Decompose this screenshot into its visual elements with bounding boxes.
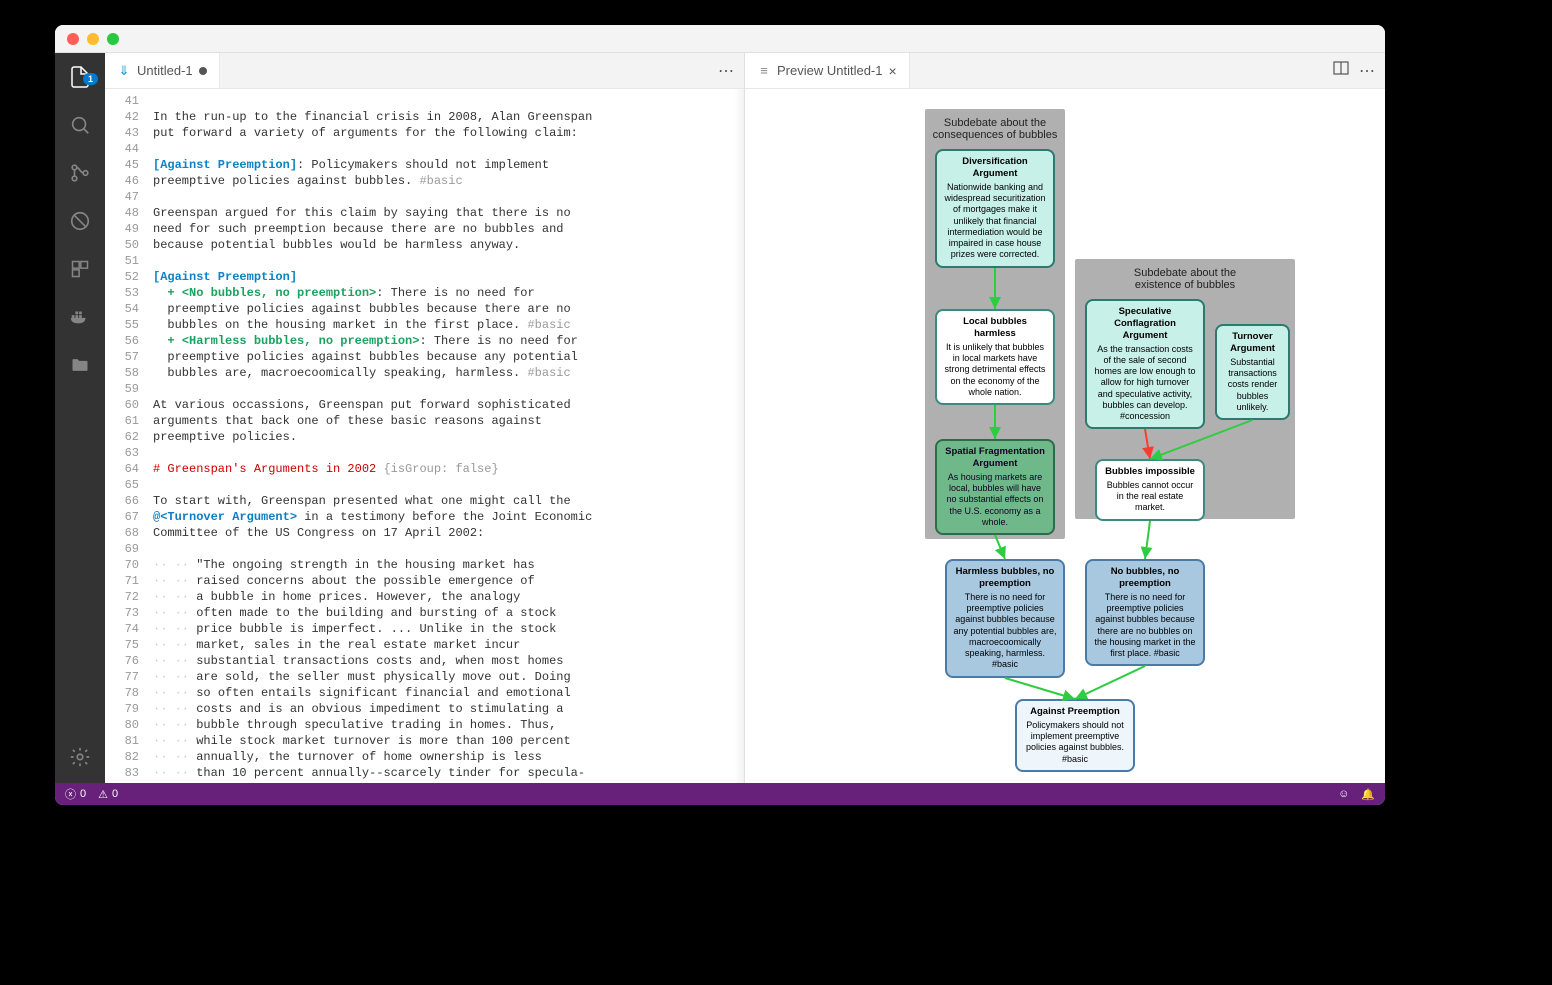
diagram-node[interactable]: Bubbles impossible Bubbles cannot occur i…	[1095, 459, 1205, 521]
node-title: Bubbles impossible	[1103, 466, 1197, 478]
line-number-gutter: 4142434445464748495051525354555657585960…	[105, 89, 149, 783]
tab-label: Untitled-1	[137, 63, 193, 78]
node-body: Policymakers should not implement preemp…	[1023, 720, 1127, 765]
warning-icon: ⚠	[98, 788, 108, 801]
tabs-left: ⇓ Untitled-1 ⋯	[105, 53, 744, 89]
more-actions-icon[interactable]: ⋯	[718, 61, 734, 81]
tab-actions-right: ⋯	[1333, 53, 1385, 88]
diagram-node[interactable]: Local bubbles harmlessIt is unlikely tha…	[935, 309, 1055, 405]
editor-group-left: ⇓ Untitled-1 ⋯ 4142434445464748495051525…	[105, 53, 745, 783]
editor-group-right: ≡ Preview Untitled-1 × ⋯ Subdebate about…	[745, 53, 1385, 783]
body-area: 1 ⇓ Untitled-1 ⋯	[55, 53, 1385, 783]
diagram-node[interactable]: Against Preemption Policymakers should no…	[1015, 699, 1135, 772]
node-body: There is no need for preemptive policies…	[953, 592, 1057, 671]
node-title: Local bubbles harmless	[943, 316, 1047, 340]
argument-diagram: Subdebate about the consequences of bubb…	[835, 109, 1295, 783]
diagram-node[interactable]: No bubbles, no preemptionThere is no nee…	[1085, 559, 1205, 666]
diagram-node[interactable]: Speculative Conflagration ArgumentAs the…	[1085, 299, 1205, 429]
diagram-node[interactable]: Diversification ArgumentNationwide banki…	[935, 149, 1055, 268]
titlebar[interactable]	[55, 25, 1385, 53]
node-body: Substantial transactions costs render bu…	[1223, 357, 1282, 413]
status-warnings[interactable]: ⚠ 0	[98, 788, 118, 801]
activity-bar: 1	[55, 53, 105, 783]
node-title: Turnover Argument	[1223, 331, 1282, 355]
diagram-node[interactable]: Harmless bubbles, no preemptionThere is …	[945, 559, 1065, 678]
close-tab-icon[interactable]: ×	[889, 64, 897, 78]
settings-gear-icon[interactable]	[66, 743, 94, 771]
node-title: Spatial Fragmentation Argument	[943, 446, 1047, 470]
more-actions-icon[interactable]: ⋯	[1359, 61, 1375, 81]
tab-label: Preview Untitled-1	[777, 63, 883, 78]
preview-file-icon: ≡	[757, 64, 771, 78]
diagram-node[interactable]: Turnover ArgumentSubstantial transaction…	[1215, 324, 1290, 420]
tab-actions-left: ⋯	[718, 53, 744, 88]
window-zoom-button[interactable]	[107, 33, 119, 45]
warning-count: 0	[112, 788, 118, 800]
tab-preview[interactable]: ≡ Preview Untitled-1 ×	[745, 53, 910, 88]
node-title: Speculative Conflagration Argument	[1093, 306, 1197, 342]
tab-untitled-1[interactable]: ⇓ Untitled-1	[105, 53, 220, 88]
argdown-file-icon: ⇓	[117, 64, 131, 78]
source-control-icon[interactable]	[66, 159, 94, 187]
node-body: As the transaction costs of the sale of …	[1093, 344, 1197, 423]
node-body: As housing markets are local, bubbles wi…	[943, 472, 1047, 528]
node-body: Bubbles cannot occur in the real estate …	[1103, 480, 1197, 514]
status-bell-icon[interactable]: 🔔	[1361, 788, 1375, 801]
scroll-shadow	[734, 89, 744, 783]
node-title: Against Preemption	[1023, 706, 1127, 718]
node-body: It is unlikely that bubbles in local mar…	[943, 342, 1047, 398]
status-feedback-icon[interactable]: ☺	[1338, 788, 1349, 801]
code-editor[interactable]: 4142434445464748495051525354555657585960…	[105, 89, 744, 783]
group-title: Subdebate about the consequences of bubb…	[931, 117, 1059, 141]
node-title: Harmless bubbles, no preemption	[953, 566, 1057, 590]
explorer-badge: 1	[83, 73, 98, 85]
app-window: 1 ⇓ Untitled-1 ⋯	[55, 25, 1385, 805]
code-content[interactable]: In the run-up to the financial crisis in…	[149, 89, 744, 783]
window-minimize-button[interactable]	[87, 33, 99, 45]
extensions-icon[interactable]	[66, 255, 94, 283]
error-icon: ⓧ	[65, 786, 76, 802]
editor-area: ⇓ Untitled-1 ⋯ 4142434445464748495051525…	[105, 53, 1385, 783]
search-icon[interactable]	[66, 111, 94, 139]
folder-icon[interactable]	[66, 351, 94, 379]
status-bar: ⓧ 0 ⚠ 0 ☺ 🔔	[55, 783, 1385, 805]
docker-icon[interactable]	[66, 303, 94, 331]
preview-pane[interactable]: Subdebate about the consequences of bubb…	[745, 89, 1385, 783]
diagram-node[interactable]: Spatial Fragmentation ArgumentAs housing…	[935, 439, 1055, 535]
node-body: Nationwide banking and widespread securi…	[943, 182, 1047, 261]
status-errors[interactable]: ⓧ 0	[65, 786, 86, 802]
split-editor-icon[interactable]	[1333, 60, 1349, 81]
node-body: There is no need for preemptive policies…	[1093, 592, 1197, 660]
node-title: No bubbles, no preemption	[1093, 566, 1197, 590]
tabs-right: ≡ Preview Untitled-1 × ⋯	[745, 53, 1385, 89]
node-title: Diversification Argument	[943, 156, 1047, 180]
window-close-button[interactable]	[67, 33, 79, 45]
group-title: Subdebate about the existence of bubbles	[1081, 267, 1289, 291]
debug-icon[interactable]	[66, 207, 94, 235]
dirty-indicator-icon	[199, 67, 207, 75]
error-count: 0	[80, 788, 86, 800]
